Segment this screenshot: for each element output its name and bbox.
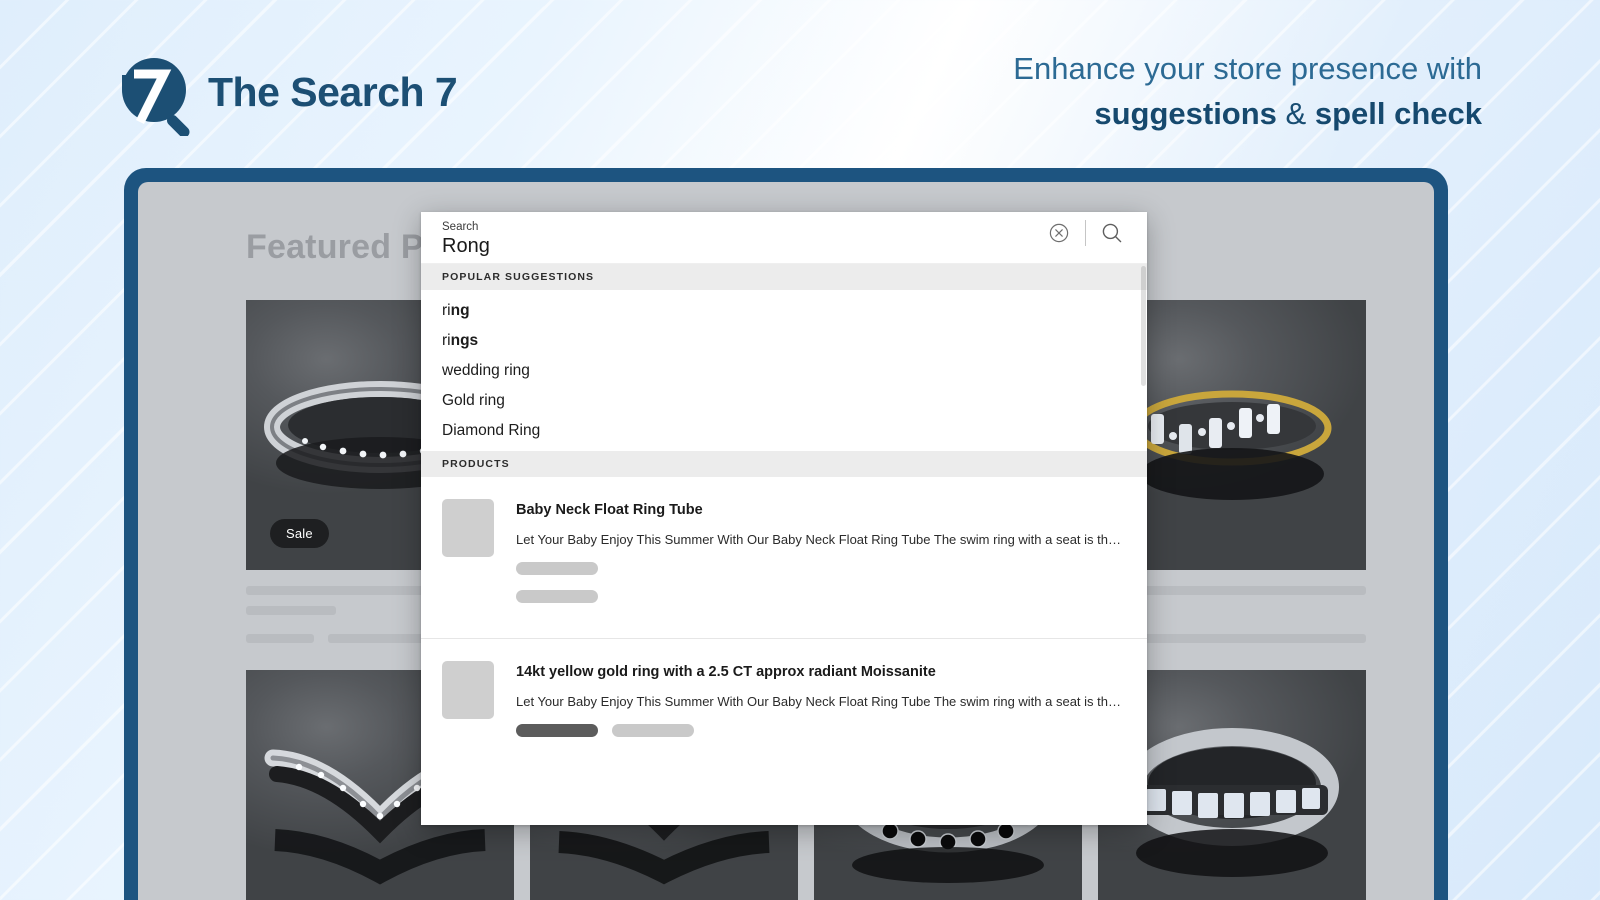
search-actions [1042, 212, 1147, 263]
suggestion-prefix: ri [442, 332, 451, 349]
search-input-label: Search [442, 221, 479, 234]
product-result-row[interactable]: 14kt yellow gold ring with a 2.5 CT appr… [421, 639, 1147, 771]
product-meta-placeholders [516, 561, 1123, 603]
dropdown-footer-space [421, 770, 1147, 825]
product-result-row[interactable]: Baby Neck Float Ring Tube Let Your Baby … [421, 477, 1147, 639]
suggestion-prefix: ri [442, 302, 451, 319]
tagline-line-2: suggestions & spell check [1013, 93, 1482, 135]
search-input[interactable]: Rong [442, 234, 1042, 259]
page-header: The Search 7 Enhance your store presence… [0, 0, 1600, 178]
suggestion-item-4[interactable]: Diamond Ring [421, 416, 1147, 446]
suggestion-match: ngs [450, 332, 479, 349]
product-info: Baby Neck Float Ring Tube Let Your Baby … [516, 499, 1123, 618]
tagline: Enhance your store presence with suggest… [1013, 48, 1482, 135]
ring-illustration [1132, 390, 1332, 501]
price-placeholder [516, 561, 598, 575]
product-meta-placeholders [516, 723, 1123, 737]
skeleton-line [246, 606, 336, 615]
section-header-popular-suggestions: POPULAR SUGGESTIONS [421, 264, 1147, 290]
section-header-products: PRODUCTS [421, 451, 1147, 477]
product-description: Let Your Baby Enjoy This Summer With Our… [516, 531, 1123, 547]
suggestion-item-3[interactable]: Gold ring [421, 386, 1147, 416]
suggestion-match: ng [450, 302, 470, 319]
product-title: 14kt yellow gold ring with a 2.5 CT appr… [516, 663, 936, 680]
suggestion-prefix: Diamond Ring [442, 422, 541, 439]
brand-lockup: The Search 7 [112, 48, 458, 138]
action-placeholder [516, 589, 598, 603]
action-placeholder [612, 723, 694, 737]
suggestion-prefix: Gold ring [442, 392, 505, 409]
suggestion-item-0[interactable]: ring [421, 296, 1147, 326]
suggestion-item-1[interactable]: rings [421, 326, 1147, 356]
product-results-list: Baby Neck Float Ring Tube Let Your Baby … [421, 477, 1147, 771]
product-thumbnail-placeholder [442, 660, 494, 719]
clear-circle-x-icon[interactable] [1042, 216, 1076, 250]
status-badge: Sale [270, 519, 329, 548]
tagline-bold-suggestions: suggestions [1094, 95, 1277, 131]
product-description: Let Your Baby Enjoy This Summer With Our… [516, 693, 1123, 709]
search-input-wrapper[interactable]: Search Rong [442, 221, 1042, 263]
brand-name: The Search 7 [208, 68, 458, 115]
search-magnifier-icon[interactable] [1095, 216, 1129, 250]
suggestion-item-2[interactable]: wedding ring [421, 356, 1147, 386]
search-bar: Search Rong [421, 212, 1147, 264]
skeleton-line [246, 634, 314, 643]
tagline-bold-spellcheck: spell check [1314, 95, 1482, 131]
magnifier-seven-logo-icon [112, 48, 190, 138]
price-placeholder [516, 723, 598, 737]
search-suggestion-dropdown: Search Rong POPULAR SUGGESTIONS ring rin… [421, 212, 1147, 825]
tagline-line-1: Enhance your store presence with [1013, 51, 1482, 86]
tagline-ampersand: & [1276, 95, 1315, 131]
suggestion-prefix: wedding ring [442, 362, 530, 379]
popular-suggestions-list: ring rings wedding ring Gold ring Diamon… [421, 290, 1147, 451]
product-info: 14kt yellow gold ring with a 2.5 CT appr… [516, 661, 1123, 737]
toolbar-divider [1085, 220, 1086, 246]
product-thumbnail-placeholder [442, 499, 494, 557]
product-title: Baby Neck Float Ring Tube [516, 502, 703, 518]
ring-illustration [1125, 728, 1339, 878]
dropdown-scrollbar[interactable] [1141, 266, 1146, 386]
